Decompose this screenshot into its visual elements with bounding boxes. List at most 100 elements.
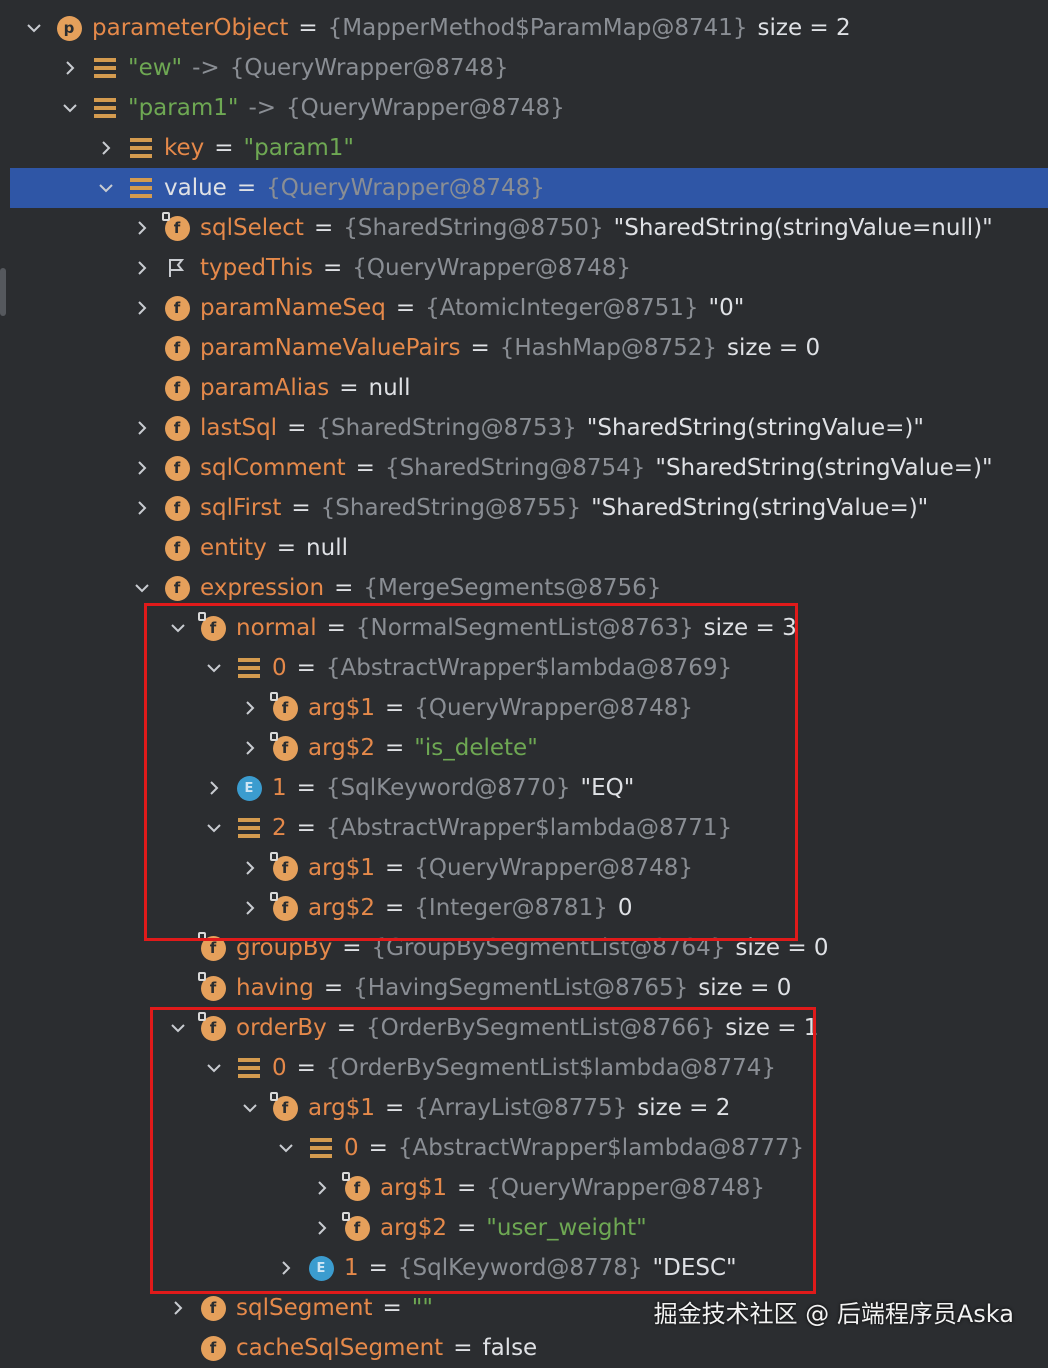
tree-row[interactable]: f normal = {NormalSegmentList@8763} size = 3: [0, 608, 1048, 648]
tree-row[interactable]: typedThis = {QueryWrapper@8748}: [0, 248, 1048, 288]
tree-row[interactable]: 0 = {AbstractWrapper$lambda@8777}: [0, 1128, 1048, 1168]
tree-row[interactable]: f arg$1 = {ArrayList@8775} size = 2: [0, 1088, 1048, 1128]
list-item-icon: [128, 175, 154, 201]
chevron-right-icon[interactable]: [238, 696, 262, 720]
chevron-right-icon[interactable]: [130, 296, 154, 320]
field-icon: f: [200, 1335, 226, 1361]
tree-row[interactable]: f arg$2 = "is_delete": [0, 728, 1048, 768]
tree-row[interactable]: f paramNameSeq = {AtomicInteger@8751} "0": [0, 288, 1048, 328]
separator: =: [382, 1295, 402, 1321]
tree-row[interactable]: p parameterObject = {MapperMethod$ParamMap@…: [0, 8, 1048, 48]
row-indent: f normal = {NormalSegmentList@8763} size = 3: [0, 612, 797, 641]
tree-row[interactable]: key = "param1": [0, 128, 1048, 168]
field-icon: f: [200, 1295, 226, 1321]
tree-row[interactable]: 0 = {AbstractWrapper$lambda@8769}: [0, 648, 1048, 688]
variable-name: paramNameSeq: [200, 295, 386, 321]
field-icon: f: [270, 692, 298, 721]
row-indent: E 1 = {SqlKeyword@8770} "EQ": [0, 775, 634, 801]
parameter-icon: p: [56, 15, 82, 41]
variable-name: "ew": [128, 55, 183, 81]
variable-type: {Integer@8781}: [414, 895, 608, 921]
chevron-down-icon[interactable]: [202, 656, 226, 680]
tree-row[interactable]: E 1 = {SqlKeyword@8778} "DESC": [0, 1248, 1048, 1288]
tree-row[interactable]: 0 = {OrderBySegmentList$lambda@8774}: [0, 1048, 1048, 1088]
tree-row[interactable]: f orderBy = {OrderBySegmentList@8766} size =…: [0, 1008, 1048, 1048]
variable-type: {GroupBySegmentList@8764}: [371, 935, 726, 961]
row-indent: f orderBy = {OrderBySegmentList@8766} size =…: [0, 1012, 818, 1041]
tree-row[interactable]: f paramNameValuePairs = {HashMap@8752} size …: [0, 328, 1048, 368]
variable-name: arg$1: [308, 695, 376, 721]
variable-type: {HavingSegmentList@8765}: [353, 975, 689, 1001]
tree-row[interactable]: f paramAlias = null: [0, 368, 1048, 408]
chevron-down-icon[interactable]: [202, 816, 226, 840]
chevron-down-icon[interactable]: [58, 96, 82, 120]
separator: =: [385, 855, 405, 881]
tree-row[interactable]: "param1" -> {QueryWrapper@8748}: [0, 88, 1048, 128]
variable-name: paramNameValuePairs: [200, 335, 461, 361]
row-indent: f arg$2 = {Integer@8781} 0: [0, 892, 632, 921]
separator: ->: [192, 55, 220, 81]
row-indent: f entity = null: [0, 535, 348, 561]
list-item-icon: [308, 1135, 334, 1161]
scrollbar-thumb[interactable]: [0, 268, 6, 316]
tree-row[interactable]: f sqlSelect = {SharedString@8750} "SharedStr…: [0, 208, 1048, 248]
row-indent: f having = {HavingSegmentList@8765} size = 0: [0, 972, 791, 1001]
chevron-right-icon[interactable]: [238, 896, 262, 920]
chevron-right-icon[interactable]: [274, 1256, 298, 1280]
variable-extra: "0": [708, 295, 745, 321]
variable-name: arg$1: [308, 855, 376, 881]
separator: =: [287, 415, 307, 441]
row-indent: typedThis = {QueryWrapper@8748}: [0, 255, 631, 281]
row-indent: f paramAlias = null: [0, 375, 410, 401]
variable-extra: size = 3: [703, 615, 797, 641]
chevron-right-icon[interactable]: [238, 856, 262, 880]
tree-row[interactable]: f arg$2 = {Integer@8781} 0: [0, 888, 1048, 928]
chevron-right-icon[interactable]: [94, 136, 118, 160]
tree-row[interactable]: f groupBy = {GroupBySegmentList@8764} size =…: [0, 928, 1048, 968]
tree-row[interactable]: f expression = {MergeSegments@8756}: [0, 568, 1048, 608]
chevron-right-icon[interactable]: [202, 776, 226, 800]
field-icon: f: [198, 932, 226, 961]
row-indent: p parameterObject = {MapperMethod$ParamMap@…: [0, 15, 851, 41]
tree-row[interactable]: f arg$1 = {QueryWrapper@8748}: [0, 848, 1048, 888]
tree-row[interactable]: f cacheSqlSegment = false: [0, 1328, 1048, 1368]
tree-row[interactable]: f entity = null: [0, 528, 1048, 568]
chevron-right-icon[interactable]: [130, 456, 154, 480]
chevron-down-icon[interactable]: [238, 1096, 262, 1120]
chevron-right-icon[interactable]: [238, 736, 262, 760]
row-indent: f arg$1 = {QueryWrapper@8748}: [0, 692, 693, 721]
tree-row[interactable]: f lastSql = {SharedString@8753} "SharedStrin…: [0, 408, 1048, 448]
chevron-right-icon[interactable]: [130, 256, 154, 280]
tree-row[interactable]: f arg$1 = {QueryWrapper@8748}: [0, 688, 1048, 728]
watermark: 掘金技术社区 @ 后端程序员Aska: [653, 1300, 1014, 1328]
tree-row[interactable]: f arg$2 = "user_weight": [0, 1208, 1048, 1248]
tree-row[interactable]: f arg$1 = {QueryWrapper@8748}: [0, 1168, 1048, 1208]
tree-row[interactable]: f having = {HavingSegmentList@8765} size = 0: [0, 968, 1048, 1008]
chevron-right-icon[interactable]: [130, 416, 154, 440]
field-icon: f: [270, 732, 298, 761]
chevron-down-icon[interactable]: [22, 16, 46, 40]
chevron-down-icon[interactable]: [274, 1136, 298, 1160]
chevron-down-icon[interactable]: [202, 1056, 226, 1080]
list-item-icon: [236, 815, 262, 841]
tree-row[interactable]: f sqlComment = {SharedString@8754} "SharedSt…: [0, 448, 1048, 488]
chevron-right-icon[interactable]: [130, 496, 154, 520]
chevron-right-icon[interactable]: [58, 56, 82, 80]
chevron-down-icon[interactable]: [130, 576, 154, 600]
tree-row[interactable]: "ew" -> {QueryWrapper@8748}: [0, 48, 1048, 88]
row-indent: value = {QueryWrapper@8748}: [0, 175, 545, 201]
tree-row[interactable]: f sqlFirst = {SharedString@8755} "SharedStri…: [0, 488, 1048, 528]
variable-name: sqlFirst: [200, 495, 282, 521]
chevron-down-icon[interactable]: [166, 616, 190, 640]
tree-row[interactable]: E 1 = {SqlKeyword@8770} "EQ": [0, 768, 1048, 808]
tree-row[interactable]: value = {QueryWrapper@8748}: [10, 168, 1048, 208]
chevron-right-icon[interactable]: [166, 1296, 190, 1320]
chevron-down-icon[interactable]: [166, 1016, 190, 1040]
chevron-right-icon[interactable]: [130, 216, 154, 240]
tree-row[interactable]: 2 = {AbstractWrapper$lambda@8771}: [0, 808, 1048, 848]
variable-type: {SqlKeyword@8770}: [325, 775, 571, 801]
chevron-right-icon[interactable]: [310, 1176, 334, 1200]
chevron-down-icon[interactable]: [94, 176, 118, 200]
chevron-right-icon[interactable]: [310, 1216, 334, 1240]
